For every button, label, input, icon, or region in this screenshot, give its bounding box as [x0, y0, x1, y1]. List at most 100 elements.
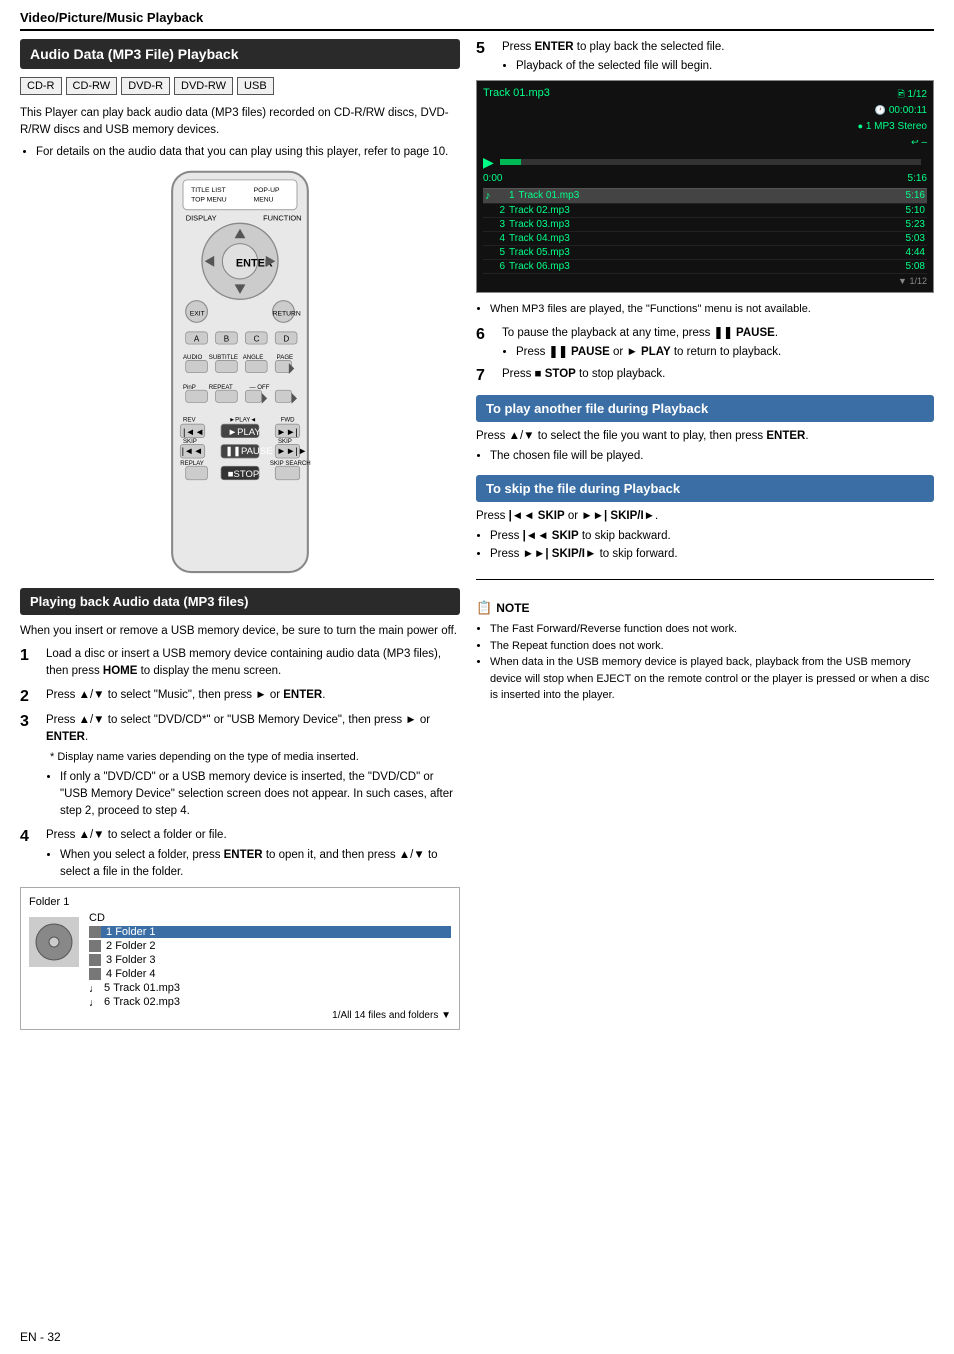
step-2: 2 Press ▲/▼ to select "Music", then pres… [20, 687, 460, 706]
step-1: 1 Load a disc or insert a USB memory dev… [20, 646, 460, 681]
step-3-num: 3 [20, 712, 42, 731]
step-5-num: 5 [476, 39, 498, 58]
page: Video/Picture/Music Playback Audio Data … [0, 0, 954, 1354]
svg-text:REPLAY: REPLAY [180, 460, 204, 467]
svg-text:REV: REV [183, 416, 196, 423]
track-time-1: 5:10 [895, 205, 925, 216]
subsection2-bullet-0: Press |◄◄ SKIP to skip backward. [490, 528, 934, 545]
track-name-1: Track 02.mp3 [509, 205, 895, 216]
step-4-bullets: When you select a folder, press ENTER to… [60, 847, 460, 882]
step-1-text: Load a disc or insert a USB memory devic… [46, 648, 441, 677]
screen-clock: 🕐 00:00:11 [858, 103, 927, 119]
screen-note-text: When MP3 files are played, the "Function… [490, 301, 934, 318]
track-time-0: 5:16 [895, 190, 925, 201]
track-num-5: 6 [485, 261, 505, 272]
screen-note: When MP3 files are played, the "Function… [476, 301, 934, 318]
folder-item-2-num: 3 [106, 954, 112, 966]
screen-audio-info: ● 1 MP3 Stereo [858, 119, 927, 135]
screen-counter: 🖻 1/12 [858, 87, 927, 103]
step-1-content: Load a disc or insert a USB memory devic… [46, 646, 460, 681]
svg-text:SKIP: SKIP [278, 438, 292, 445]
svg-text:A: A [194, 334, 200, 343]
svg-text:TOP MENU: TOP MENU [191, 196, 227, 203]
step-2-num: 2 [20, 687, 42, 706]
note-heading: 📋 NOTE [476, 598, 934, 618]
folder-body: CD 1 Folder 1 2 Folder 2 [29, 912, 451, 1021]
folder-icon-3 [89, 968, 101, 980]
track-row-1: 2 Track 02.mp3 5:10 [483, 204, 927, 218]
svg-text:POP-UP: POP-UP [254, 187, 280, 194]
svg-text:RETURN: RETURN [273, 310, 301, 317]
track-num-3: 4 [485, 233, 505, 244]
media-badges: CD-R CD-RW DVD-R DVD-RW USB [20, 77, 460, 95]
folder-cd-label: CD [89, 912, 451, 924]
folder-item-3: 4 Folder 4 [89, 968, 451, 980]
track-time-2: 5:23 [895, 219, 925, 230]
folder-item-4-num: 5 [104, 982, 110, 994]
badge-cdr: CD-R [20, 77, 62, 95]
svg-text:►PLAY: ►PLAY [228, 427, 262, 438]
folder-item-3-num: 4 [106, 968, 112, 980]
folder-item-0-num: 1 [106, 926, 112, 938]
svg-text:DISPLAY: DISPLAY [186, 213, 217, 222]
step-5: 5 Press ENTER to play back the selected … [476, 39, 934, 76]
screen-info-block: 🖻 1/12 🕐 00:00:11 ● 1 MP3 Stereo ↩ – [858, 87, 927, 151]
subsection1-text: Press ▲/▼ to select the file you want to… [476, 428, 934, 466]
folder-item-0: 1 Folder 1 [89, 926, 451, 938]
step-2-content: Press ▲/▼ to select "Music", then press … [46, 687, 460, 704]
folder-diagram: Folder 1 CD [20, 887, 460, 1030]
step-7: 7 Press ■ STOP to stop playback. [476, 366, 934, 385]
track-time-5: 5:08 [895, 261, 925, 272]
subsection1-title: To play another file during Playback [476, 395, 934, 422]
step-1-num: 1 [20, 646, 42, 665]
subsection1-para: Press ▲/▼ to select the file you want to… [476, 430, 809, 442]
track-name-2: Track 03.mp3 [509, 219, 895, 230]
step-6-num: 6 [476, 325, 498, 344]
svg-text:■STOP: ■STOP [228, 469, 259, 480]
step-3-bullet-1: If only a "DVD/CD" or a USB memory devic… [60, 769, 460, 821]
folder-item-0-name: Folder 1 [115, 926, 155, 938]
subsection2-text1: Press |◄◄ SKIP or ►►| SKIP/I►. [476, 510, 658, 522]
folder-item-5-num: 6 [104, 996, 110, 1008]
screen-page-indicator: ▼ 1/12 [483, 276, 927, 286]
badge-cdrw: CD-RW [66, 77, 118, 95]
track-time-4: 4:44 [895, 247, 925, 258]
folder-icon-1 [89, 940, 101, 952]
track-num-2: 3 [485, 219, 505, 230]
svg-text:PAGE: PAGE [277, 354, 293, 361]
track-row-4: 5 Track 05.mp3 4:44 [483, 246, 927, 260]
svg-text:EXIT: EXIT [190, 310, 205, 317]
track-active-arrow: ♪ [485, 190, 491, 202]
step-6: 6 To pause the playback at any time, pre… [476, 325, 934, 362]
track-row-2: 3 Track 03.mp3 5:23 [483, 218, 927, 232]
folder-right: CD 1 Folder 1 2 Folder 2 [89, 912, 451, 1021]
step-4-bullet-1: When you select a folder, press ENTER to… [60, 847, 460, 882]
screen-progress-row: ▶ [483, 154, 927, 171]
step-3: 3 Press ▲/▼ to select "DVD/CD*" or "USB … [20, 712, 460, 821]
svg-text:SKIP: SKIP [183, 438, 197, 445]
svg-text:PinP: PinP [183, 384, 196, 391]
subsection2-bullet-1: Press ►►| SKIP/I► to skip forward. [490, 546, 934, 563]
progress-bar-container [500, 159, 921, 165]
folder-item-1-num: 2 [106, 940, 112, 952]
step-4: 4 Press ▲/▼ to select a folder or file. … [20, 827, 460, 882]
note-item-2: When data in the USB memory device is pl… [490, 654, 934, 704]
note-icon: 📋 [476, 598, 492, 618]
music-icon-4: ♩ [89, 983, 99, 993]
svg-text:FUNCTION: FUNCTION [263, 213, 302, 222]
music-icon-5: ♩ [89, 997, 99, 1007]
svg-text:|◄◄: |◄◄ [183, 427, 204, 438]
folder-item-3-name: Folder 4 [115, 968, 155, 980]
step-4-text: Press ▲/▼ to select a folder or file. [46, 829, 227, 841]
folder-title: Folder 1 [29, 896, 451, 908]
page-header: Video/Picture/Music Playback [20, 10, 934, 31]
screen-time-current: 0:00 [483, 173, 502, 184]
note-item-1: The Repeat function does not work. [490, 638, 934, 655]
svg-text:►►|►: ►►|► [277, 446, 308, 457]
page-number: EN - 32 [20, 1330, 61, 1344]
folder-icon-placeholder [29, 917, 79, 967]
step-3-content: Press ▲/▼ to select "DVD/CD*" or "USB Me… [46, 712, 460, 821]
track-num-0: 1 [495, 190, 515, 201]
svg-text:|◄◄: |◄◄ [182, 446, 203, 457]
svg-text:SUBTITLE: SUBTITLE [209, 354, 238, 361]
